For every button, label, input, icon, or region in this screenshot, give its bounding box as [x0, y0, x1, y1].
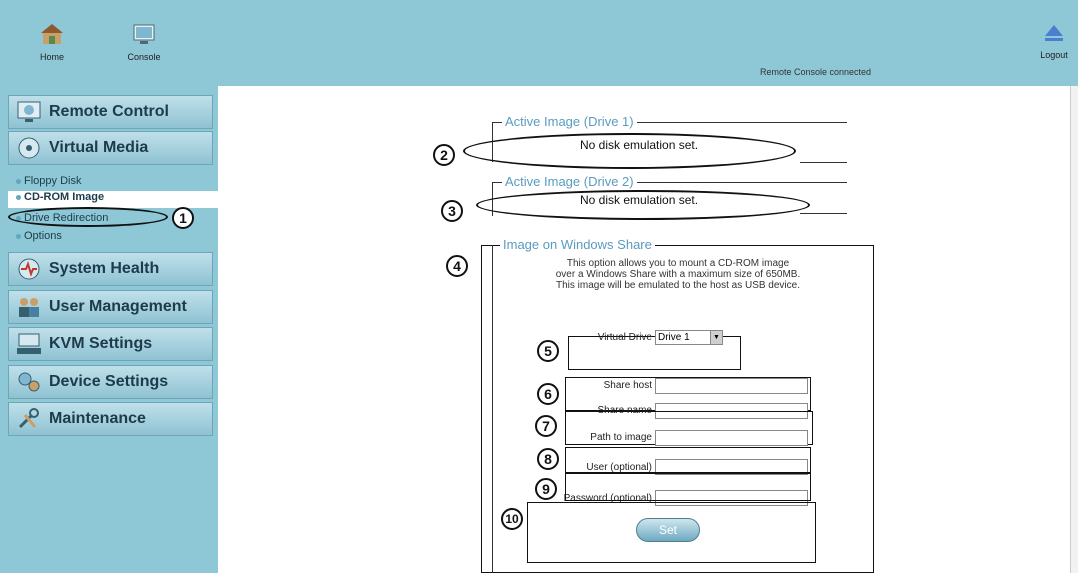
virtual-drive-label: Virtual Drive — [597, 332, 652, 343]
drive2-status: No disk emulation set. — [580, 193, 699, 207]
nav-user-management-label: User Management — [49, 298, 187, 315]
monitor-icon — [17, 101, 41, 122]
nav-system-health-label: System Health — [49, 260, 160, 277]
nav-virtual-media-label: Virtual Media — [49, 139, 149, 156]
users-icon — [19, 298, 39, 317]
sub-floppy-disk-label: Floppy Disk — [24, 175, 82, 187]
health-icon — [18, 258, 40, 280]
nav-maintenance-label: Maintenance — [49, 410, 146, 427]
password-highlight — [565, 473, 811, 501]
share-description-line-3: This image will be emulated to the host … — [555, 280, 800, 291]
share-description-line-2: over a Windows Share with a maximum size… — [555, 269, 801, 280]
tools-icon — [18, 408, 39, 429]
callout-7: 7 — [535, 415, 557, 437]
sub-floppy-disk[interactable]: Floppy Disk — [16, 175, 81, 187]
nav-kvm-settings[interactable]: KVM Settings — [8, 327, 213, 361]
callout-8: 8 — [537, 448, 559, 470]
gears-icon — [18, 372, 40, 392]
set-button[interactable]: Set — [636, 518, 700, 542]
sub-cdrom-image-label: CD-ROM Image — [24, 191, 105, 203]
sub-cdrom-image[interactable]: CD-ROM Image — [8, 191, 218, 208]
callout-4: 4 — [446, 255, 468, 277]
content-corner — [218, 86, 248, 106]
top-bar: Home Console Remote Console connected Lo… — [0, 0, 1078, 86]
bullet-icon — [16, 233, 21, 239]
callout-10: 10 — [501, 508, 523, 530]
user-highlight — [565, 447, 811, 473]
nav-maintenance[interactable]: Maintenance — [8, 402, 213, 436]
share-description: This option allows you to mount a CD-ROM… — [484, 258, 872, 291]
chevron-down-icon: ▼ — [710, 331, 722, 344]
nav-kvm-settings-label: KVM Settings — [49, 335, 153, 352]
sub-options[interactable]: Options — [16, 230, 62, 242]
nav-remote-control-label: Remote Control — [49, 103, 169, 120]
sub-options-label: Options — [24, 230, 62, 242]
drive2-legend: Active Image (Drive 2) — [502, 174, 637, 189]
nav-device-settings[interactable]: Device Settings — [8, 365, 213, 399]
logout-button[interactable]: Logout — [1032, 22, 1076, 60]
nav-device-settings-label: Device Settings — [49, 373, 169, 390]
nav-user-management[interactable]: User Management — [8, 290, 213, 324]
disc-icon — [18, 137, 40, 159]
callout-6: 6 — [537, 383, 559, 405]
path-input[interactable] — [655, 430, 808, 446]
share-legend: Image on Windows Share — [500, 237, 655, 252]
share-description-line-1: This option allows you to mount a CD-ROM… — [566, 258, 790, 269]
connection-status: Remote Console connected — [760, 67, 872, 77]
eject-icon — [1045, 25, 1063, 41]
drive2-frame-bottom — [800, 213, 847, 214]
share-frame-left — [492, 245, 493, 573]
logout-label: Logout — [1040, 50, 1068, 60]
home-label: Home — [39, 52, 64, 62]
keyboard-icon — [17, 333, 41, 354]
path-label: Path to image — [590, 432, 652, 443]
nav-remote-control[interactable]: Remote Control — [8, 95, 213, 129]
bullet-icon — [16, 178, 21, 184]
nav-system-health[interactable]: System Health — [8, 252, 213, 286]
virtual-drive-value: Drive 1 — [658, 332, 690, 343]
drive-redirection-highlight — [8, 207, 168, 227]
drive1-frame-bottom — [800, 162, 847, 163]
virtual-drive-select[interactable]: Drive 1 ▼ — [655, 330, 723, 345]
console-label: Console — [127, 52, 161, 62]
nav-virtual-media[interactable]: Virtual Media — [8, 131, 213, 165]
bullet-icon — [16, 194, 21, 200]
home-icon — [41, 24, 63, 44]
drive1-status: No disk emulation set. — [580, 138, 699, 152]
home-button[interactable]: Home — [20, 22, 84, 62]
vertical-scrollbar[interactable] — [1070, 86, 1078, 573]
callout-9: 9 — [535, 478, 557, 500]
callout-5: 5 — [537, 340, 559, 362]
drive1-legend: Active Image (Drive 1) — [502, 114, 637, 129]
console-icon — [133, 24, 155, 44]
callout-1: 1 — [172, 207, 194, 229]
callout-3: 3 — [441, 200, 463, 222]
console-button[interactable]: Console — [112, 22, 176, 62]
callout-2: 2 — [433, 144, 455, 166]
